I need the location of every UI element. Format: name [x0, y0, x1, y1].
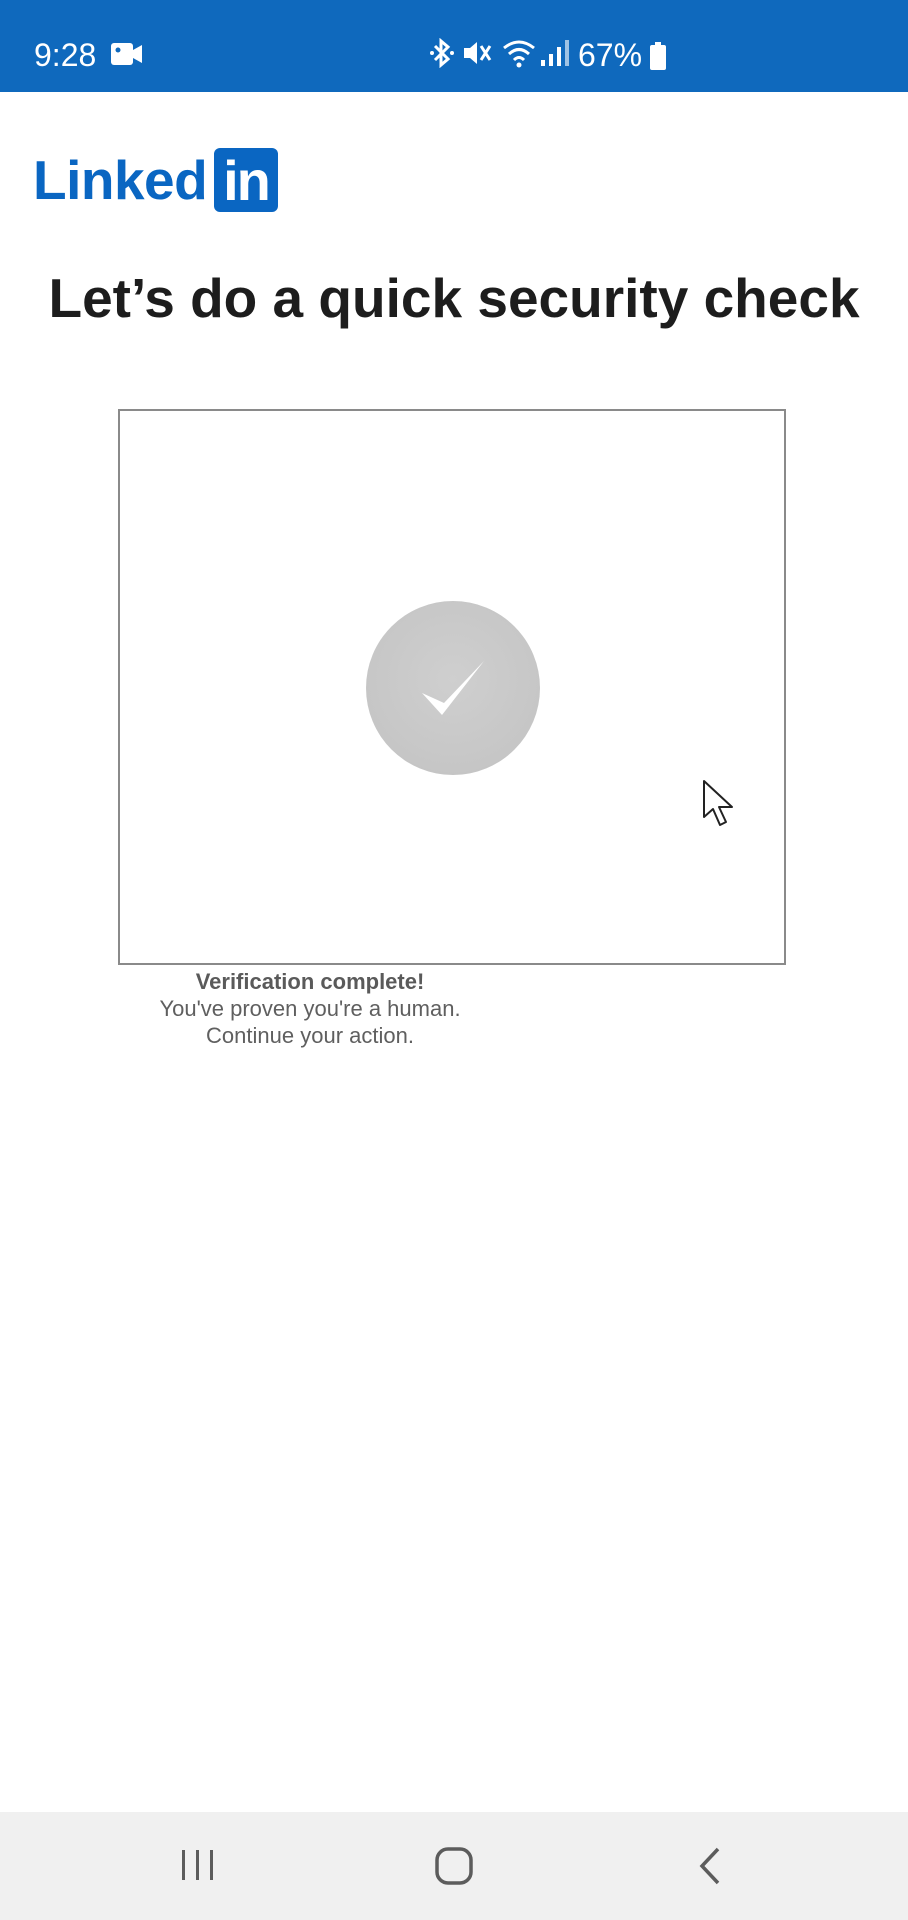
page-title: Let’s do a quick security check — [48, 267, 860, 329]
verification-message: Verification complete! You've proven you… — [118, 968, 502, 1049]
logo-text: Linked — [33, 149, 208, 211]
verified-check-badge — [366, 601, 540, 775]
back-button[interactable] — [640, 1812, 780, 1920]
battery-percent: 67% — [578, 37, 643, 73]
verification-title: Verification complete! — [195, 969, 425, 994]
checkmark-icon — [422, 661, 484, 715]
home-button[interactable] — [384, 1812, 524, 1920]
verification-line-1: You've proven you're a human. — [159, 996, 461, 1021]
battery-icon — [650, 42, 666, 75]
video-camera-icon — [111, 43, 143, 70]
recent-apps-button[interactable] — [128, 1812, 268, 1920]
status-time: 9:28 — [34, 37, 97, 73]
verification-line-2: Continue your action. — [206, 1023, 414, 1048]
home-icon — [435, 1847, 473, 1885]
captcha-frame[interactable] — [118, 409, 786, 965]
navigation-bar — [0, 1812, 908, 1920]
status-bar: 9:28 67% — [0, 0, 908, 92]
back-icon — [699, 1847, 720, 1885]
mouse-cursor-icon — [702, 779, 738, 832]
logo-box: in — [214, 148, 278, 212]
recent-apps-icon — [182, 1850, 213, 1880]
